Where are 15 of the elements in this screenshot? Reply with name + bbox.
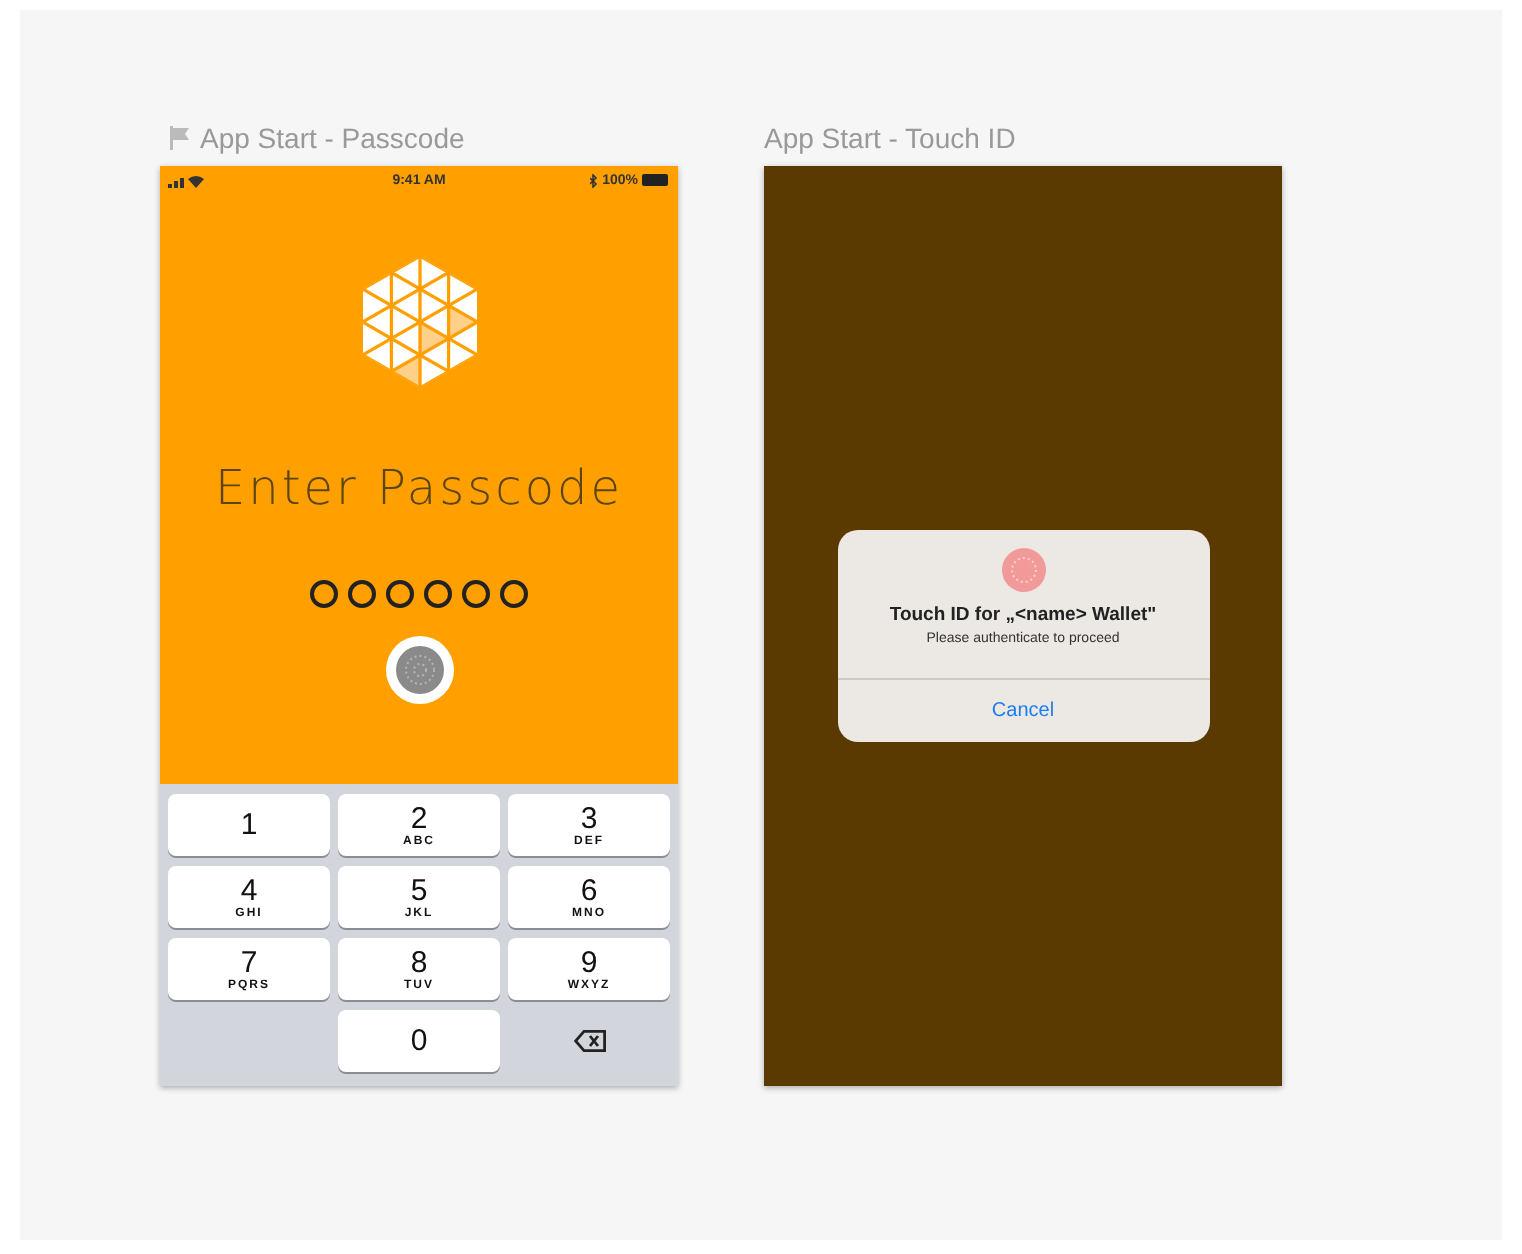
passcode-heading: Enter Passcode [214, 460, 624, 516]
fingerprint-icon [1001, 548, 1045, 592]
bluetooth-icon [590, 173, 599, 187]
artboard-title: App Start - Passcode [200, 122, 465, 154]
keypad-key[interactable]: 0 [338, 1010, 500, 1072]
dialog-title: Touch ID for „<name> Wallet" [889, 604, 1157, 626]
keypad-key[interactable]: 1 [168, 794, 330, 856]
logo-icon [361, 256, 477, 388]
battery-icon [642, 174, 670, 186]
artboard-title: App Start - Touch ID [764, 122, 1016, 154]
backspace-icon [573, 1030, 605, 1052]
signal-wifi-icon [168, 173, 204, 187]
fingerprint-icon [395, 646, 443, 694]
fingerprint-button[interactable] [385, 636, 453, 704]
flag-icon [168, 126, 192, 150]
